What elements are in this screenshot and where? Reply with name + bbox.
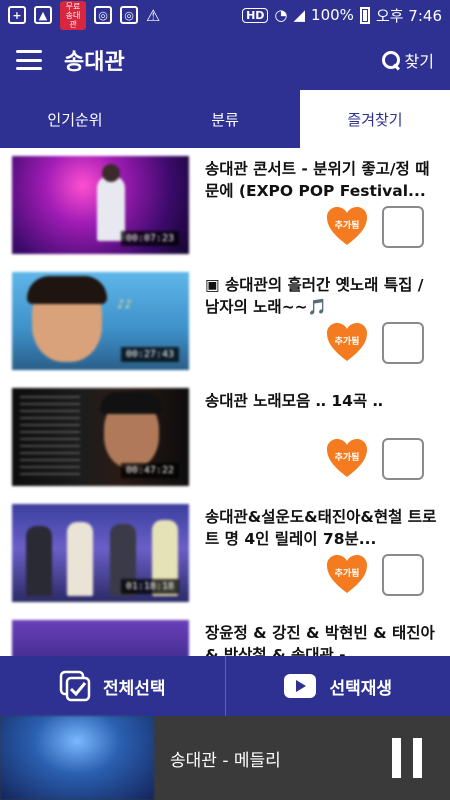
tab-favorites[interactable]: 즐겨찾기	[300, 90, 450, 148]
add-notification-icon: +	[8, 6, 26, 24]
favorite-heart-button[interactable]: 추가됨	[325, 205, 369, 247]
select-checkbox[interactable]	[382, 322, 424, 364]
favorite-label: 추가됨	[334, 453, 360, 463]
video-list[interactable]: 00:07:23 송대관 콘서트 - 분위기 좋고/정 때문에 (EXPO PO…	[0, 148, 450, 656]
youtube-play-icon	[284, 674, 317, 698]
video-item[interactable]: 01:18:18 송대관&설운도&태진아&현철 트로트 명 4인 릴레이 78분…	[0, 496, 450, 612]
menu-icon[interactable]	[16, 50, 42, 70]
tab-category[interactable]: 분류	[150, 90, 300, 148]
now-playing-bar[interactable]: 송대관 - 메들리	[0, 716, 450, 800]
video-item[interactable]: 00:47:22 송대관 노래모음 ‥ 14곡 ‥ 추가됨	[0, 380, 450, 496]
video-thumbnail[interactable]: 00:47:22	[12, 388, 189, 486]
video-thumbnail[interactable]: 00:07:23	[12, 156, 189, 254]
favorite-heart-button[interactable]: 추가됨	[325, 321, 369, 363]
select-all-button[interactable]: 전체선택	[0, 656, 225, 716]
video-title[interactable]: 송대관 콘서트 - 분위기 좋고/정 때문에 (EXPO POP Festiva…	[205, 158, 441, 202]
video-item[interactable]: 00:07:23 송대관 콘서트 - 분위기 좋고/정 때문에 (EXPO PO…	[0, 148, 450, 264]
battery-percent: 100%	[311, 6, 354, 24]
video-thumbnail[interactable]: 01:18:18	[12, 504, 189, 602]
search-label: 찾기	[404, 52, 434, 71]
video-duration: 00:47:22	[120, 463, 179, 478]
wifi-icon: ◔	[274, 6, 288, 24]
tab-popular[interactable]: 인기순위	[0, 90, 150, 148]
favorite-label: 추가됨	[334, 569, 360, 579]
search-icon	[381, 50, 401, 70]
video-duration: 01:18:18	[120, 579, 179, 594]
signal-icon: ◢	[293, 6, 306, 24]
video-title[interactable]: 송대관&설운도&태진아&현철 트로트 명 4인 릴레이 78분...	[205, 506, 441, 550]
instagram-icon-2: ◎	[120, 6, 138, 24]
search-button[interactable]: 찾기	[381, 48, 434, 72]
favorite-label: 추가됨	[334, 337, 360, 347]
image-notification-icon: ▲	[34, 6, 52, 24]
app-badge-icon: 무료 송대관	[60, 0, 86, 30]
page-title: 송대관	[64, 50, 125, 75]
player-thumbnail[interactable]	[0, 716, 154, 800]
video-duration: 00:07:23	[120, 231, 179, 246]
video-thumbnail[interactable]: ♪♪ 00:27:43	[12, 272, 189, 370]
video-title[interactable]: 송대관 노래모음 ‥ 14곡 ‥	[205, 390, 441, 412]
select-checkbox[interactable]	[382, 554, 424, 596]
select-all-icon	[59, 670, 91, 702]
video-duration: 00:27:43	[120, 347, 179, 362]
video-item[interactable]: 장윤정 & 강진 & 박현빈 & 태진아 & 박상철 & 송대관 -	[0, 612, 450, 656]
favorite-heart-button[interactable]: 추가됨	[325, 553, 369, 595]
favorite-label: 추가됨	[334, 221, 360, 231]
play-selected-button[interactable]: 선택재생	[224, 656, 450, 716]
clock: 오후 7:46	[375, 6, 442, 25]
select-checkbox[interactable]	[382, 206, 424, 248]
play-selected-label: 선택재생	[329, 678, 393, 699]
video-title[interactable]: 장윤정 & 강진 & 박현빈 & 태진아 & 박상철 & 송대관 -	[205, 622, 441, 656]
video-title[interactable]: ▣ 송대관의 흘러간 옛노래 특집 / 남자의 노래~~🎵	[205, 274, 441, 318]
video-item[interactable]: ♪♪ 00:27:43 ▣ 송대관의 흘러간 옛노래 특집 / 남자의 노래~~…	[0, 264, 450, 380]
pause-button[interactable]	[392, 738, 422, 778]
instagram-icon: ◎	[94, 6, 112, 24]
action-bar: 전체선택 선택재생	[0, 656, 450, 716]
hd-voice-icon: HD	[242, 7, 269, 23]
video-thumbnail[interactable]	[12, 620, 189, 656]
favorite-heart-button[interactable]: 추가됨	[325, 437, 369, 479]
battery-icon	[359, 6, 370, 24]
select-all-label: 전체선택	[102, 678, 166, 699]
now-playing-title: 송대관 - 메들리	[170, 750, 281, 771]
tab-bar: 인기순위 분류 즐겨찾기	[0, 90, 450, 148]
app-bar: 송대관 찾기	[0, 30, 450, 90]
select-checkbox[interactable]	[382, 438, 424, 480]
warning-icon: ⚠	[146, 5, 161, 25]
status-bar: + ▲ 무료 송대관 ◎ ◎ ⚠ HD ◔ ◢ 100% 오후 7:46	[0, 0, 450, 30]
